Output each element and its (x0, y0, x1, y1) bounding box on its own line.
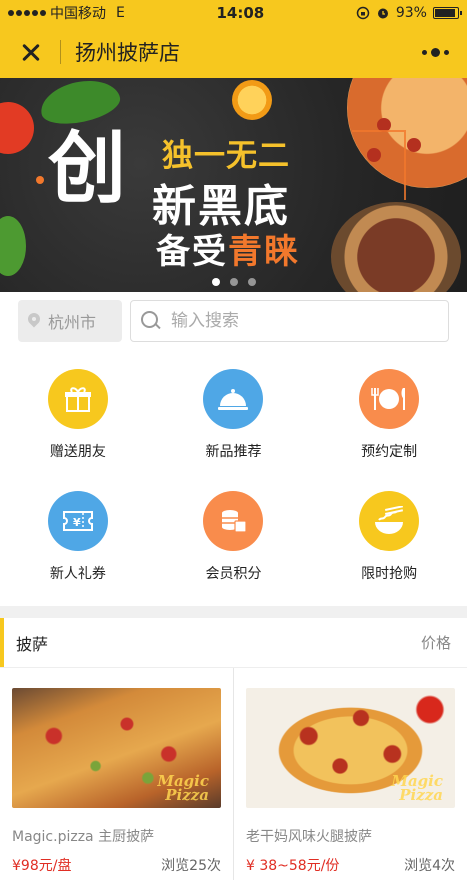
quick-link-points[interactable]: 会员积分 (156, 476, 312, 598)
status-time: 14:08 (216, 4, 265, 22)
pager-dot[interactable] (247, 278, 256, 286)
product-name: Magic.pizza 主厨披萨 (12, 829, 155, 845)
product-name: 老干妈风味火腿披萨 (246, 829, 372, 845)
svg-text:¥: ¥ (73, 516, 81, 529)
close-icon[interactable] (18, 39, 44, 65)
gift-icon (47, 369, 108, 429)
product-image: Magic Pizza (246, 688, 455, 808)
quick-link-coupon[interactable]: ¥ 新人礼券 (0, 476, 156, 598)
network-label: E (116, 5, 125, 21)
app-page: 中国移动 E 14:08 93% 扬州披萨店 创 独一无二 新黑底 备受青睐 杭… (0, 0, 467, 880)
section-accent-bar (0, 618, 4, 667)
banner-line1: 独一无二 (162, 138, 290, 174)
promo-banner[interactable]: 创 独一无二 新黑底 备受青睐 (0, 78, 467, 292)
pager-dot[interactable] (229, 278, 238, 286)
battery-percent: 93% (395, 5, 427, 21)
plate-cutlery-icon (359, 369, 420, 429)
banner-line3-highlight: 青睐 (228, 232, 300, 272)
pager-dot[interactable] (211, 278, 220, 286)
quick-link-label: 新人礼券 (49, 566, 106, 582)
section-divider (0, 606, 467, 618)
quick-link-reserve[interactable]: 预约定制 (311, 354, 467, 476)
section-title: 披萨 (16, 634, 49, 654)
signal-icon (8, 10, 46, 16)
product-views: 浏览4次 (404, 858, 455, 874)
quick-link-new[interactable]: 新品推荐 (156, 354, 312, 476)
quick-link-label: 新品推荐 (205, 444, 262, 460)
nav-bar: 扬州披萨店 (0, 26, 467, 78)
battery-icon (432, 7, 462, 19)
banner-line3: 备受青睐 (156, 224, 300, 273)
more-menu-icon[interactable] (421, 40, 449, 64)
section-header: 披萨 价格 (0, 618, 467, 668)
status-bar: 中国移动 E 14:08 93% (0, 0, 467, 26)
noodle-bowl-icon (359, 491, 420, 551)
status-left: 中国移动 E (8, 3, 125, 23)
search-row: 杭州市 (0, 292, 467, 350)
banner-frame-lines (352, 130, 406, 200)
page-title: 扬州披萨店 (75, 41, 180, 65)
quick-link-label: 会员积分 (205, 566, 262, 582)
quick-links-grid: 赠送朋友 新品推荐 预约定制 ¥ 新人礼券 会员积分 限时抢购 (0, 350, 467, 606)
product-list: Magic Pizza Magic.pizza 主厨披萨 ¥98元/盘 浏览25次… (0, 668, 467, 880)
product-views: 浏览25次 (161, 858, 221, 874)
product-watermark: Magic Pizza (391, 772, 443, 804)
city-selector[interactable]: 杭州市 (18, 300, 122, 342)
banner-big-char: 创 (48, 123, 127, 214)
product-price: ¥98元/盘 (12, 858, 72, 874)
price-sort-link[interactable]: 价格 (421, 632, 451, 653)
quick-link-flash-sale[interactable]: 限时抢购 (311, 476, 467, 598)
product-card[interactable]: Magic Pizza 老干妈风味火腿披萨 ¥ 38~58元/份 浏览4次 (234, 668, 467, 880)
product-price: ¥ 38~58元/份 (246, 858, 340, 874)
city-label: 杭州市 (48, 313, 97, 332)
status-right: 93% (356, 5, 462, 21)
orange-slice-decoration (232, 80, 272, 120)
banner-dot (36, 176, 44, 184)
lock-rotation-icon (356, 6, 370, 20)
search-icon (141, 311, 161, 331)
quick-link-gift[interactable]: 赠送朋友 (0, 354, 156, 476)
carrier-label: 中国移动 (50, 6, 106, 22)
coupon-icon: ¥ (47, 491, 108, 551)
banner-pager (0, 278, 467, 286)
product-image: Magic Pizza (12, 688, 221, 808)
search-input[interactable] (171, 311, 371, 331)
quick-link-label: 限时抢购 (361, 566, 418, 582)
search-box[interactable] (130, 300, 449, 342)
banner-line3-prefix: 备受 (156, 232, 228, 272)
alarm-icon (377, 8, 388, 19)
product-card[interactable]: Magic Pizza Magic.pizza 主厨披萨 ¥98元/盘 浏览25次 (0, 668, 233, 880)
coins-icon (203, 491, 264, 551)
location-pin-icon (28, 313, 40, 329)
quick-link-label: 预约定制 (361, 444, 418, 460)
nav-divider (60, 40, 61, 64)
battery-fill (434, 9, 456, 17)
product-watermark: Magic Pizza (157, 772, 209, 804)
quick-link-label: 赠送朋友 (49, 444, 106, 460)
cloche-icon (203, 369, 264, 429)
